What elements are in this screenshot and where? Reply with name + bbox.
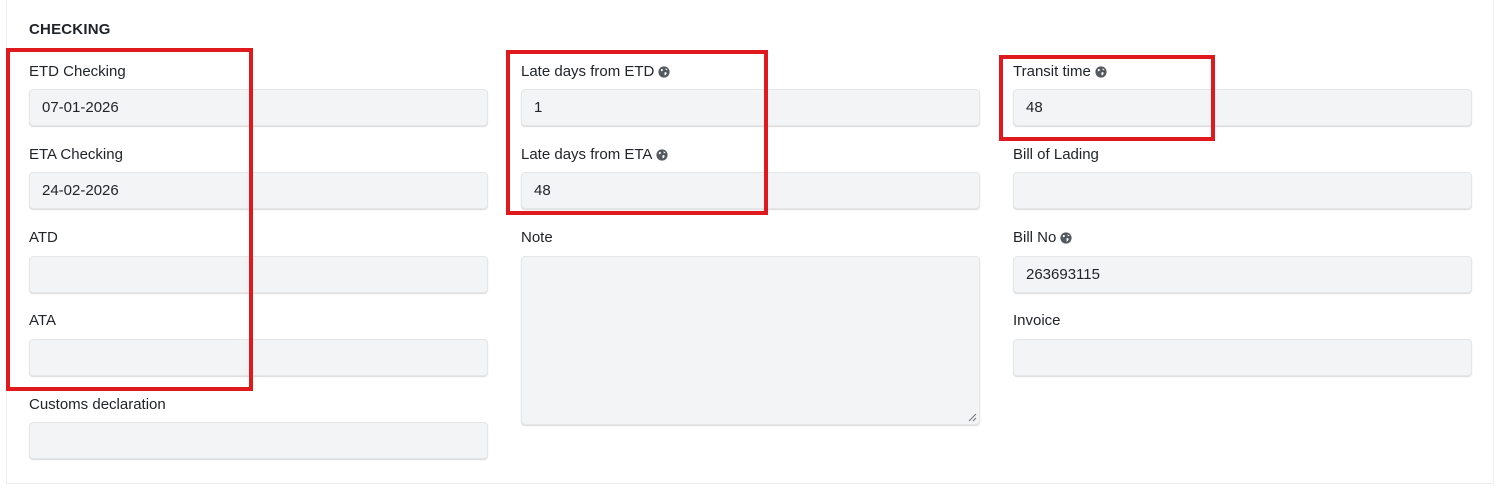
bill-no-label-text: Bill No bbox=[1013, 229, 1057, 246]
etd-checking-label: ETD Checking bbox=[29, 63, 126, 80]
ata-input[interactable] bbox=[29, 339, 488, 376]
customs-declaration-input[interactable] bbox=[29, 422, 488, 459]
note-label: Note bbox=[521, 229, 553, 246]
transit-time-label: Transit time bbox=[1013, 63, 1107, 80]
transit-time-input[interactable]: 48 bbox=[1013, 89, 1472, 126]
customs-declaration-label-text: Customs declaration bbox=[29, 396, 166, 413]
eta-checking-label: ETA Checking bbox=[29, 146, 123, 163]
globe-icon bbox=[656, 148, 669, 161]
globe-icon bbox=[658, 65, 670, 78]
atd-label: ATD bbox=[29, 229, 58, 246]
late-days-eta-label-text: Late days from ETA bbox=[521, 146, 653, 163]
ata-label: ATA bbox=[29, 312, 56, 329]
invoice-label-text: Invoice bbox=[1013, 312, 1061, 329]
eta-checking-input[interactable]: 24-02-2026 bbox=[29, 172, 488, 209]
atd-input[interactable] bbox=[29, 256, 488, 293]
bill-no-input[interactable]: 263693115 bbox=[1013, 256, 1472, 293]
transit-time-label-text: Transit time bbox=[1013, 63, 1091, 80]
note-textarea[interactable] bbox=[521, 256, 980, 425]
etd-checking-label-text: ETD Checking bbox=[29, 63, 126, 80]
customs-declaration-label: Customs declaration bbox=[29, 396, 166, 413]
globe-icon bbox=[1060, 231, 1072, 244]
invoice-input[interactable] bbox=[1013, 339, 1472, 376]
etd-checking-input[interactable]: 07-01-2026 bbox=[29, 89, 488, 126]
globe-icon bbox=[1095, 65, 1107, 78]
bill-of-lading-label: Bill of Lading bbox=[1013, 146, 1099, 163]
bill-of-lading-input[interactable] bbox=[1013, 172, 1472, 209]
invoice-label: Invoice bbox=[1013, 312, 1061, 329]
late-days-etd-label-text: Late days from ETD bbox=[521, 63, 655, 80]
atd-label-text: ATD bbox=[29, 229, 58, 246]
late-days-etd-input[interactable]: 1 bbox=[521, 89, 980, 126]
resize-grip-icon[interactable] bbox=[968, 413, 977, 422]
section-title: CHECKING bbox=[29, 21, 111, 38]
eta-checking-label-text: ETA Checking bbox=[29, 146, 123, 163]
late-days-eta-label: Late days from ETA bbox=[521, 146, 669, 163]
bill-of-lading-label-text: Bill of Lading bbox=[1013, 146, 1099, 163]
bill-no-label: Bill No bbox=[1013, 229, 1072, 246]
late-days-eta-input[interactable]: 48 bbox=[521, 172, 980, 209]
late-days-etd-label: Late days from ETD bbox=[521, 63, 670, 80]
ata-label-text: ATA bbox=[29, 312, 56, 329]
note-label-text: Note bbox=[521, 229, 553, 246]
